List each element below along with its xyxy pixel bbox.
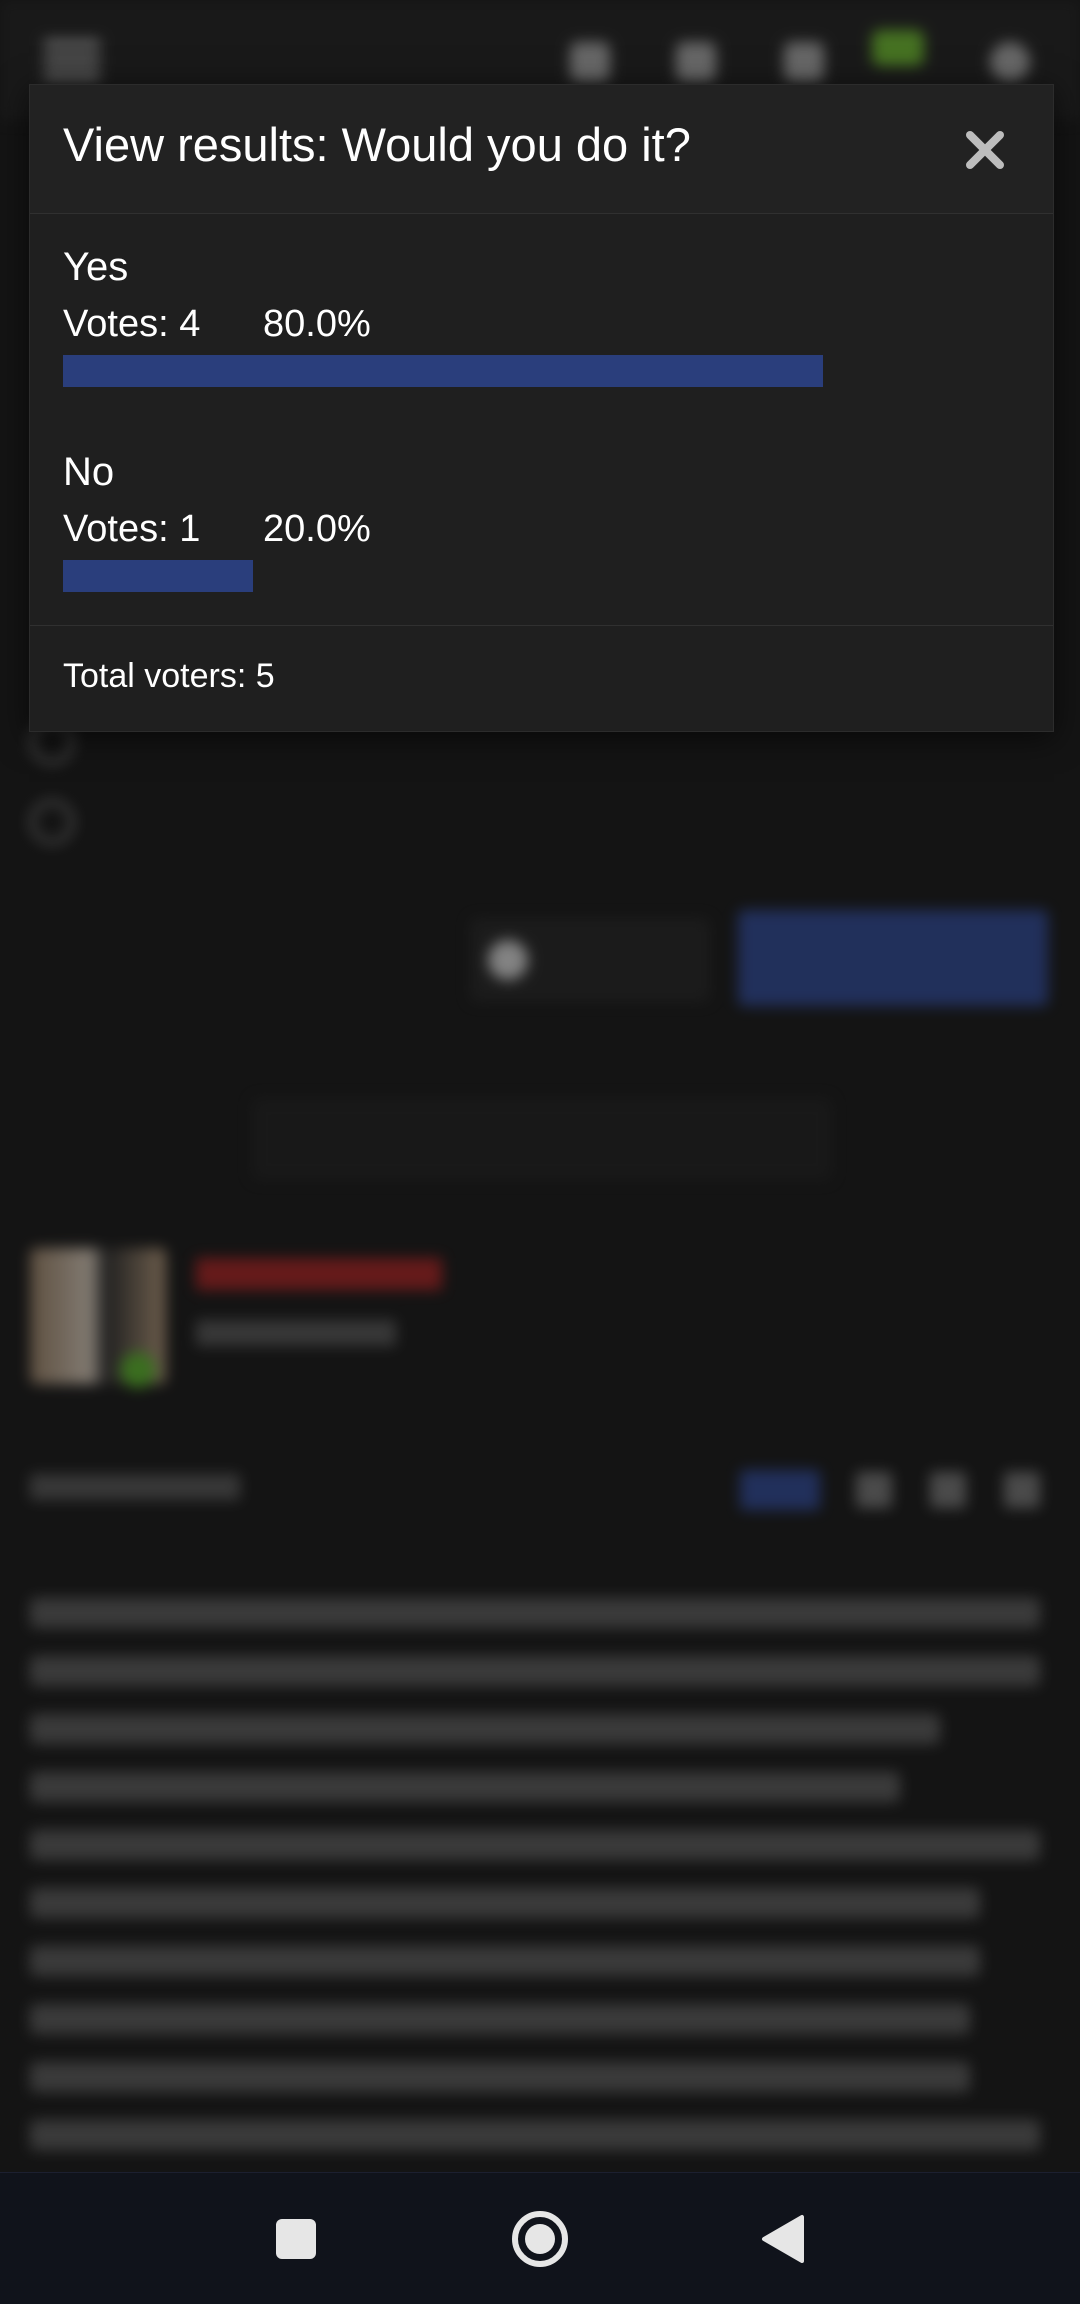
option-percent: 80.0% — [263, 303, 371, 345]
post-text-line — [30, 2120, 1040, 2150]
menu-icon — [44, 40, 100, 80]
post-number — [1004, 1472, 1040, 1508]
post-text-line — [30, 1714, 940, 1744]
post-text-line — [30, 1772, 900, 1802]
result-bar-fill — [63, 355, 823, 387]
background-button-primary — [738, 910, 1048, 1006]
bolt-icon — [784, 42, 824, 82]
option-label: Yes — [63, 245, 129, 289]
option-label: No — [63, 450, 115, 494]
username-redacted — [196, 1258, 442, 1290]
total-voters: Total voters: 5 — [63, 657, 275, 695]
notification-badge — [872, 30, 924, 66]
option-votes: Votes: 1 — [63, 508, 201, 550]
post-text-line — [30, 2062, 970, 2092]
square-icon[interactable] — [254, 2197, 338, 2281]
user-title-redacted — [196, 1320, 396, 1346]
background-thread-actions — [252, 1098, 832, 1180]
share-icon — [856, 1472, 892, 1508]
result-bar-fill — [63, 560, 253, 592]
result-bar-track — [63, 560, 1023, 592]
online-indicator — [120, 1352, 156, 1388]
bookmark-icon — [930, 1472, 966, 1508]
search-icon — [990, 42, 1030, 82]
background-button — [470, 918, 710, 1002]
bell-icon — [676, 42, 716, 82]
system-nav-bar — [0, 2172, 1080, 2304]
option-votes: Votes: 4 — [63, 303, 201, 345]
poll-results-dialog: View results: Would you do it? Yes Votes… — [29, 84, 1054, 732]
post-meta-redacted — [30, 1474, 240, 1500]
circle-home-icon[interactable] — [498, 2197, 582, 2281]
mail-icon — [570, 42, 610, 82]
post-text-line — [30, 1830, 1040, 1860]
post-text-line — [30, 1946, 980, 1976]
new-badge — [740, 1470, 820, 1510]
option-percent: 20.0% — [263, 508, 371, 550]
post-text-line — [30, 1598, 1040, 1628]
post-text-line — [30, 1656, 1040, 1686]
result-bar-track — [63, 355, 1023, 387]
dialog-divider — [30, 625, 1053, 626]
dialog-title: View results: Would you do it? — [63, 118, 691, 171]
post-text-line — [30, 2004, 970, 2034]
triangle-back-icon[interactable] — [742, 2197, 826, 2281]
poll-radio — [30, 800, 74, 844]
close-icon[interactable] — [958, 123, 1012, 177]
dialog-header: View results: Would you do it? — [30, 85, 1053, 214]
post-text-line — [30, 1888, 980, 1918]
